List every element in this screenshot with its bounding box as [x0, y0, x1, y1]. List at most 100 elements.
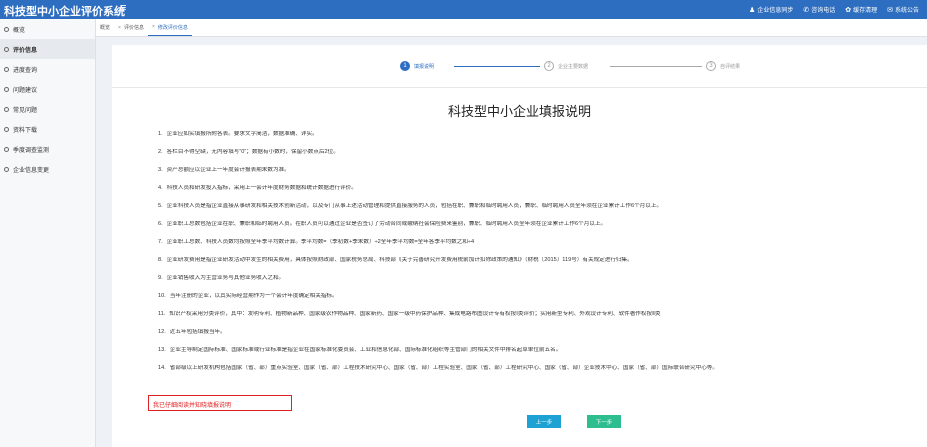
divider	[112, 87, 927, 88]
step-label: 自评结果	[720, 63, 741, 70]
sidebar-item-label: 概览	[13, 27, 26, 34]
tab-evaluation-info[interactable]: × 评价信息	[114, 20, 148, 36]
sidebar-item-faq[interactable]: 常见问题	[0, 99, 95, 119]
tab-label: 概览	[100, 25, 111, 31]
sync-company-info-button[interactable]: ♟ 企业信息同步	[749, 5, 794, 15]
top-action-label: 咨询电话	[811, 8, 836, 14]
sidebar: 概览 评价信息 进度查询 问题建议 常见问题 资料下载 季度调查监测 企业信息变…	[0, 19, 96, 447]
item-number: 5.	[158, 203, 163, 209]
item-text: 科技人员和研发投入指标，采用上一会计年度财务数据和统计数据进行评价。	[166, 185, 357, 191]
tab-overview[interactable]: 概览	[96, 20, 114, 36]
circle-icon	[4, 66, 9, 72]
circle-icon	[4, 86, 9, 92]
step-label: 填报说明	[414, 63, 435, 70]
item-number: 4.	[158, 185, 163, 191]
item-number: 9.	[158, 275, 163, 281]
item-text: 省部级以上研发机构包括国家（省、部）重点实验室、国家（省、部）工程技术研究中心、…	[169, 365, 718, 371]
list-item: 14. 省部级以上研发机构包括国家（省、部）重点实验室、国家（省、部）工程技术研究…	[158, 365, 927, 372]
step-number: 3	[706, 61, 716, 71]
item-number: 11.	[158, 311, 166, 317]
item-number: 13.	[158, 347, 166, 353]
step-label: 企业主要数据	[558, 63, 589, 70]
step-connector	[610, 66, 702, 67]
sidebar-item-downloads[interactable]: 资料下载	[0, 119, 95, 139]
system-notice-button[interactable]: ✉ 系统公告	[887, 5, 919, 15]
tab-label: 修改评价信息	[157, 24, 188, 31]
sidebar-item-suggestions[interactable]: 问题建议	[0, 79, 95, 99]
list-item: 9. 企业销售收入为主营业务与其他业务收入之和。	[158, 275, 927, 282]
item-number: 1.	[158, 131, 163, 137]
top-action-label: 系统公告	[894, 8, 919, 14]
item-text: 知识产权采用分类评价，其中：发明专利、植物新品种、国家级农作物品种、国家新药、国…	[169, 311, 661, 317]
circle-icon	[4, 46, 9, 52]
top-actions: ♟ 企业信息同步 ✆ 咨询电话 ✿ 缓存清理 ✉ 系统公告	[749, 5, 919, 15]
item-text: 企业主导制定国际标准、国家标准或行业标准是指企业在国家标准化委员会、工业和信息化…	[169, 347, 562, 353]
close-icon[interactable]: ×	[152, 24, 155, 30]
item-text: 企业科技人员是指企业直接从事研发和相关技术创新活动，以及专门从事上述活动管理和提…	[166, 203, 663, 209]
phone-icon: ✆	[803, 6, 810, 14]
page-title: 科技型中小企业填报说明	[447, 104, 591, 119]
item-number: 7.	[158, 239, 163, 245]
circle-icon	[4, 166, 9, 172]
mail-icon: ✉	[887, 6, 893, 14]
list-item: 11. 知识产权采用分类评价，其中：发明专利、植物新品种、国家级农作物品种、国家新…	[158, 311, 927, 318]
item-number: 3.	[158, 167, 163, 173]
item-text: 当年注册的企业，以其实际经营期作为一个会计年度确定相关指标。	[169, 293, 338, 299]
list-item: 13. 企业主导制定国际标准、国家标准或行业标准是指企业在国家标准化委员会、工业和…	[158, 347, 927, 354]
sidebar-item-progress[interactable]: 进度查询	[0, 59, 95, 79]
top-action-label: 缓存清理	[853, 8, 878, 14]
item-number: 2.	[158, 149, 163, 155]
list-item: 4. 科技人员和研发投入指标，采用上一会计年度财务数据和统计数据进行评价。	[158, 185, 927, 192]
sidebar-item-evaluation-info[interactable]: 评价信息	[0, 39, 95, 59]
item-number: 14.	[158, 365, 166, 371]
item-text: 企业职工总数、科技人员数均按照全年季平均数计算。季平均数=（季初数+季末数）÷2…	[166, 239, 475, 245]
tab-edit-evaluation-info[interactable]: × 修改评价信息	[147, 20, 192, 36]
consult-phone-button[interactable]: ✆ 咨询电话	[803, 5, 836, 15]
list-item: 8. 企业研发费用是指企业研发活动中发生的相关费用，具体按照财政部、国家税务总局、…	[158, 257, 927, 264]
read-confirmation-link[interactable]: 我已仔细阅读并知晓填报说明	[148, 395, 292, 411]
item-text: 各栏目不得空缺，无内容填写“0”；数据有小数时，保留小数点后2位。	[166, 149, 339, 155]
progress-steps: 1 填报说明 2 企业主要数据 3 自评结果	[392, 61, 872, 75]
item-text: 企业研发费用是指企业研发活动中发生的相关费用，具体按照财政部、国家税务总局、科技…	[166, 257, 633, 263]
menu-toggle-icon[interactable]: ≡	[120, 2, 126, 14]
gear-icon: ✿	[845, 6, 852, 14]
tab-bar: 概览 × 评价信息 × 修改评价信息	[96, 19, 927, 37]
list-item: 12. 近五年包括填报当年。	[158, 329, 927, 336]
clear-cache-button[interactable]: ✿ 缓存清理	[845, 5, 878, 15]
list-item: 1. 企业应如实填报所附各表。要求文字简洁，数据准确、详实。	[158, 131, 927, 138]
item-number: 12.	[158, 329, 166, 335]
top-header-bar: 科技型中小企业评价系统 ≡ ♟ 企业信息同步 ✆ 咨询电话 ✿ 缓存清理 ✉ 系…	[0, 0, 927, 19]
item-text: 企业职工总数包括企业在职、兼职和临时聘用人员。在职人员可以通过企业是否签订了劳动…	[166, 221, 607, 227]
item-number: 8.	[158, 257, 163, 263]
list-item: 5. 企业科技人员是指企业直接从事研发和相关技术创新活动，以及专门从事上述活动管理…	[158, 203, 927, 210]
close-icon[interactable]: ×	[118, 25, 121, 31]
sidebar-item-overview[interactable]: 概览	[0, 19, 95, 39]
previous-step-button[interactable]: 上一步	[527, 415, 561, 428]
circle-icon	[4, 106, 9, 112]
step-connector	[454, 66, 540, 67]
sidebar-item-company-change[interactable]: 企业信息变更	[0, 159, 95, 179]
list-item: 3. 资产总额应以企业上一年度会计报表期末数为准。	[158, 167, 927, 174]
top-action-label: 企业信息同步	[757, 8, 794, 14]
circle-icon	[4, 146, 9, 152]
step-number: 1	[400, 61, 410, 71]
sidebar-item-label: 季度调查监测	[13, 147, 50, 154]
sidebar-item-label: 企业信息变更	[13, 167, 50, 174]
list-item: 6. 企业职工总数包括企业在职、兼职和临时聘用人员。在职人员可以通过企业是否签订了…	[158, 221, 927, 228]
sidebar-item-label: 常见问题	[13, 107, 38, 114]
sidebar-item-quarterly-survey[interactable]: 季度调查监测	[0, 139, 95, 159]
list-item: 7. 企业职工总数、科技人员数均按照全年季平均数计算。季平均数=（季初数+季末数）…	[158, 239, 927, 246]
sidebar-item-label: 评价信息	[13, 47, 38, 54]
item-text: 近五年包括填报当年。	[169, 329, 226, 335]
step-2: 2 企业主要数据	[544, 61, 588, 71]
sidebar-item-label: 进度查询	[13, 67, 38, 74]
sidebar-item-label: 资料下载	[13, 127, 38, 134]
tab-label: 评价信息	[123, 25, 144, 31]
item-text: 企业销售收入为主营业务与其他业务收入之和。	[166, 275, 285, 281]
circle-icon	[4, 26, 9, 32]
sidebar-item-label: 问题建议	[13, 87, 38, 94]
app-title: 科技型中小企业评价系统	[4, 6, 125, 18]
item-text: 资产总额应以企业上一年度会计报表期末数为准。	[166, 167, 290, 173]
instruction-list: 1. 企业应如实填报所附各表。要求文字简洁，数据准确、详实。 2. 各栏目不得空缺，…	[158, 131, 927, 383]
next-step-button[interactable]: 下一步	[587, 415, 621, 428]
